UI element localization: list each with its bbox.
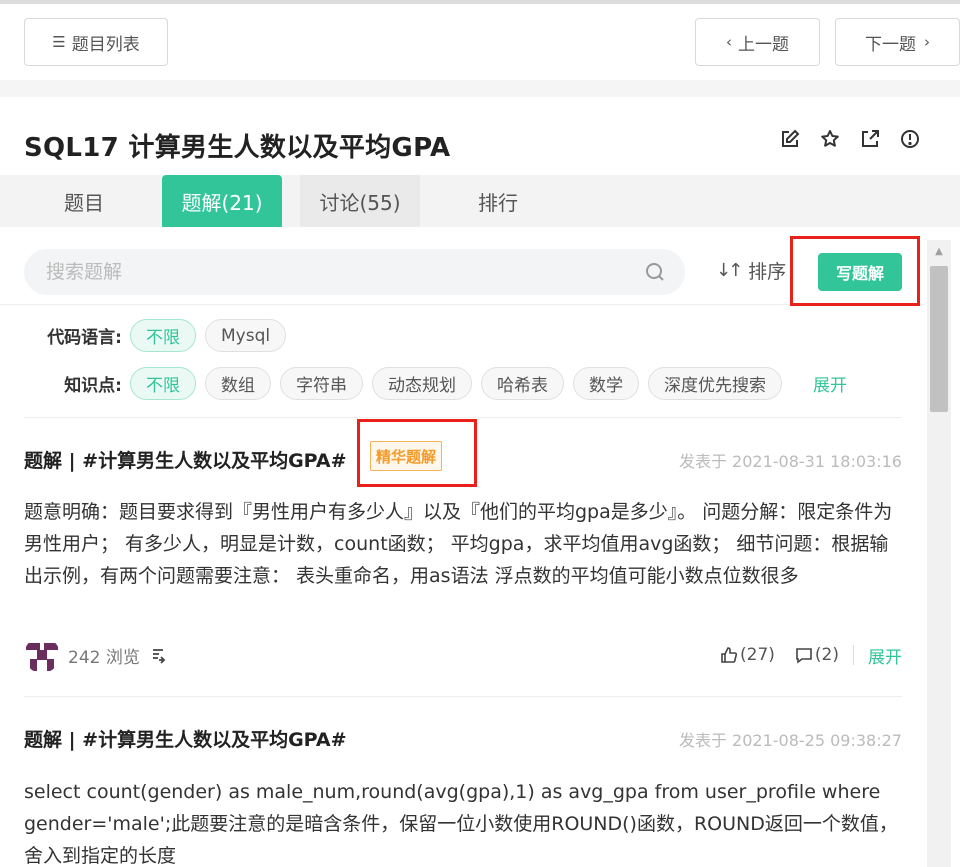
main-panel: SQL17 计算男生人数以及平均GPA 题目 题解(21) 讨论(55) 排行 … bbox=[0, 97, 960, 867]
problem-list-button[interactable]: ☰ 题目列表 bbox=[24, 18, 168, 66]
edit-icon[interactable] bbox=[780, 129, 800, 149]
post-expand-link[interactable]: 展开 bbox=[868, 643, 902, 668]
scrollbar[interactable]: ▲ bbox=[927, 240, 951, 867]
share-external-icon[interactable] bbox=[860, 129, 880, 149]
avatar[interactable] bbox=[24, 637, 60, 673]
post-title[interactable]: 题解 | #计算男生人数以及平均GPA# bbox=[24, 446, 347, 473]
comment-count: (2) bbox=[814, 645, 839, 665]
sort-button[interactable]: ↓↑ 排序 bbox=[716, 257, 786, 284]
like-count: (27) bbox=[740, 645, 775, 665]
divider bbox=[853, 645, 854, 665]
highlight-box-write bbox=[790, 236, 920, 306]
comment-icon bbox=[796, 648, 812, 664]
sort-icon: ↓↑ bbox=[716, 260, 743, 281]
report-icon[interactable] bbox=[900, 129, 920, 149]
highlight-box-badge bbox=[357, 419, 477, 487]
forward-icon[interactable] bbox=[150, 646, 168, 664]
next-problem-label: 下一题 bbox=[865, 34, 916, 55]
filter-chip-dp[interactable]: 动态规划 bbox=[372, 367, 472, 400]
filter-chip-math[interactable]: 数学 bbox=[573, 367, 639, 400]
filter-chip-mysql[interactable]: Mysql bbox=[205, 319, 287, 352]
filter-chip-dfs[interactable]: 深度优先搜索 bbox=[648, 367, 782, 400]
post-body[interactable]: 题意明确：题目要求得到『男性用户有多少人』以及『他们的平均gpa是多少』。 问题… bbox=[24, 496, 904, 592]
top-navigation-bar: ☰ 题目列表 ‹ 上一题 下一题 › bbox=[0, 4, 960, 80]
comment-button[interactable]: (2) bbox=[795, 645, 839, 665]
thumb-up-icon bbox=[721, 647, 738, 663]
language-filter-row: 代码语言: 不限 Mysql bbox=[0, 319, 295, 352]
filter-chip-hash[interactable]: 哈希表 bbox=[481, 367, 564, 400]
search-input[interactable] bbox=[46, 261, 645, 283]
next-problem-button[interactable]: 下一题 › bbox=[835, 18, 960, 66]
divider bbox=[24, 696, 902, 697]
prev-problem-label: 上一题 bbox=[738, 34, 789, 55]
search-row: ↓↑ 排序 写题解 bbox=[0, 247, 925, 305]
problem-list-label: 题目列表 bbox=[71, 34, 140, 55]
list-icon: ☰ bbox=[52, 33, 66, 51]
view-count: 242 浏览 bbox=[68, 647, 140, 668]
post-meta: 242 浏览 (27) (2) 展开 bbox=[24, 637, 902, 673]
post-date: 发表于 2021-08-31 18:03:16 bbox=[678, 452, 902, 471]
page-title: SQL17 计算男生人数以及平均GPA bbox=[24, 133, 451, 163]
scrollbar-thumb[interactable] bbox=[930, 266, 948, 412]
sort-label: 排序 bbox=[748, 261, 787, 283]
post-actions: (27) (2) 展开 bbox=[720, 637, 902, 673]
tab-solutions[interactable]: 题解(21) bbox=[162, 175, 282, 227]
filter-chip-string[interactable]: 字符串 bbox=[280, 367, 363, 400]
tab-problem[interactable]: 题目 bbox=[24, 175, 144, 227]
knowledge-filter-row: 知识点: 不限 数组 字符串 动态规划 哈希表 数学 深度优先搜索 展开 bbox=[0, 367, 847, 400]
prev-problem-button[interactable]: ‹ 上一题 bbox=[695, 18, 820, 66]
filter-chip-lang-any[interactable]: 不限 bbox=[130, 319, 196, 352]
search-box bbox=[24, 249, 685, 295]
language-filter-label: 代码语言: bbox=[47, 328, 122, 348]
chevron-right-icon: › bbox=[924, 33, 930, 51]
knowledge-filter-label: 知识点: bbox=[64, 376, 122, 396]
divider bbox=[24, 417, 902, 418]
post-title[interactable]: 题解 | #计算男生人数以及平均GPA# bbox=[24, 725, 347, 752]
chevron-left-icon: ‹ bbox=[726, 33, 732, 51]
post-body[interactable]: select count(gender) as male_num,round(a… bbox=[24, 776, 904, 867]
filter-chip-array[interactable]: 数组 bbox=[205, 367, 271, 400]
tab-discussion[interactable]: 讨论(55) bbox=[300, 175, 420, 227]
tab-ranking[interactable]: 排行 bbox=[438, 175, 558, 227]
title-actions bbox=[780, 129, 920, 149]
filter-expand-link[interactable]: 展开 bbox=[813, 371, 847, 396]
star-icon[interactable] bbox=[820, 129, 840, 149]
tab-bar: 题目 题解(21) 讨论(55) 排行 bbox=[0, 175, 960, 227]
like-button[interactable]: (27) bbox=[720, 645, 775, 665]
post-date: 发表于 2021-08-25 09:38:27 bbox=[678, 731, 902, 750]
scroll-up-arrow-icon[interactable]: ▲ bbox=[927, 240, 951, 262]
search-icon[interactable] bbox=[645, 262, 665, 282]
filter-chip-topic-any[interactable]: 不限 bbox=[130, 367, 196, 400]
